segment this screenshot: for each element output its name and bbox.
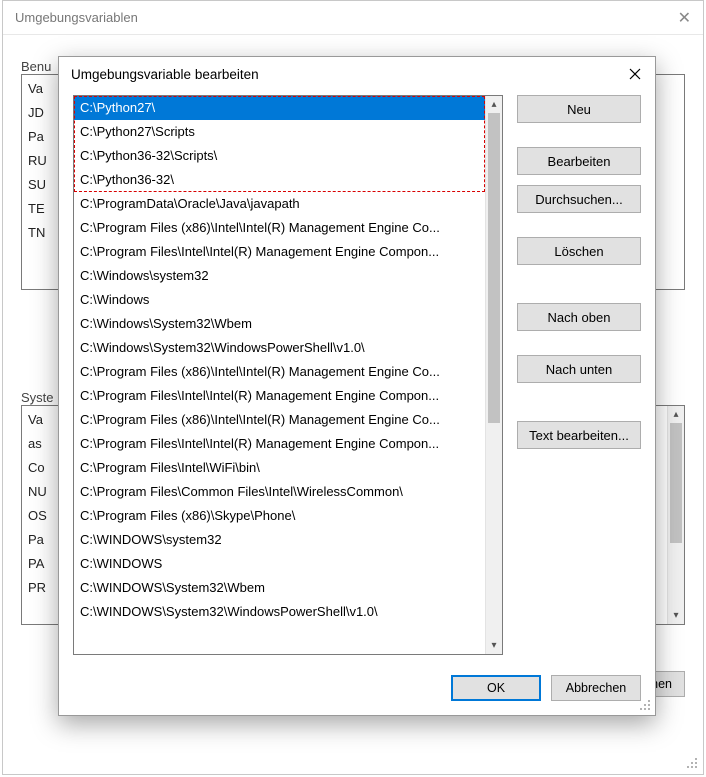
scroll-up-icon[interactable]: ▴ (668, 406, 684, 423)
close-icon[interactable]: ✕ (678, 8, 691, 28)
ok-button[interactable]: OK (451, 675, 541, 701)
dialog-titlebar: Umgebungsvariable bearbeiten (59, 57, 655, 91)
path-row[interactable]: C:\Program Files\Intel\Intel(R) Manageme… (74, 240, 485, 264)
path-row[interactable]: C:\Python27\Scripts (74, 120, 485, 144)
path-row[interactable]: C:\Program Files\Intel\Intel(R) Manageme… (74, 432, 485, 456)
new-button[interactable]: Neu (517, 95, 641, 123)
path-row[interactable]: C:\Program Files\Intel\Intel(R) Manageme… (74, 384, 485, 408)
scroll-up-icon[interactable]: ▴ (486, 96, 502, 113)
path-list[interactable]: C:\Python27\C:\Python27\ScriptsC:\Python… (74, 96, 485, 654)
path-row[interactable]: C:\Program Files\Common Files\Intel\Wire… (74, 480, 485, 504)
path-row[interactable]: C:\Program Files (x86)\Intel\Intel(R) Ma… (74, 216, 485, 240)
edit-env-var-dialog: Umgebungsvariable bearbeiten C:\Python27… (58, 56, 656, 716)
move-up-button[interactable]: Nach oben (517, 303, 641, 331)
scroll-thumb[interactable] (488, 113, 500, 423)
env-vars-title: Umgebungsvariablen (15, 10, 138, 25)
path-row[interactable]: C:\Program Files\Intel\WiFi\bin\ (74, 456, 485, 480)
path-row[interactable]: C:\Program Files (x86)\Intel\Intel(R) Ma… (74, 408, 485, 432)
scroll-down-icon[interactable]: ▾ (668, 607, 684, 624)
path-row[interactable]: C:\Python27\ (74, 96, 485, 120)
path-row[interactable]: C:\Windows\System32\Wbem (74, 312, 485, 336)
scrollbar[interactable]: ▴ ▾ (667, 406, 684, 624)
dialog-title: Umgebungsvariable bearbeiten (71, 67, 259, 82)
delete-button[interactable]: Löschen (517, 237, 641, 265)
scroll-down-icon[interactable]: ▾ (486, 637, 502, 654)
path-row[interactable]: C:\WINDOWS\System32\Wbem (74, 576, 485, 600)
edit-text-button[interactable]: Text bearbeiten... (517, 421, 641, 449)
path-row[interactable]: C:\WINDOWS (74, 552, 485, 576)
browse-button[interactable]: Durchsuchen... (517, 185, 641, 213)
env-vars-titlebar: Umgebungsvariablen ✕ (3, 1, 703, 35)
scroll-thumb[interactable] (670, 423, 682, 543)
path-row[interactable]: C:\Windows\system32 (74, 264, 485, 288)
edit-button[interactable]: Bearbeiten (517, 147, 641, 175)
system-vars-group-label: Syste (21, 390, 54, 405)
path-list-frame: C:\Python27\C:\Python27\ScriptsC:\Python… (73, 95, 503, 655)
path-row[interactable]: C:\Program Files (x86)\Intel\Intel(R) Ma… (74, 360, 485, 384)
path-row[interactable]: C:\WINDOWS\System32\WindowsPowerShell\v1… (74, 600, 485, 624)
scrollbar[interactable]: ▴ ▾ (485, 96, 502, 654)
side-button-column: Neu Bearbeiten Durchsuchen... Löschen Na… (517, 95, 641, 655)
resize-grip-icon[interactable] (685, 756, 699, 770)
path-row[interactable]: C:\Windows (74, 288, 485, 312)
path-row[interactable]: C:\WINDOWS\system32 (74, 528, 485, 552)
path-row[interactable]: C:\Windows\System32\WindowsPowerShell\v1… (74, 336, 485, 360)
resize-grip-icon[interactable] (638, 698, 652, 712)
user-vars-group-label: Benu (21, 59, 51, 74)
move-down-button[interactable]: Nach unten (517, 355, 641, 383)
path-row[interactable]: C:\ProgramData\Oracle\Java\javapath (74, 192, 485, 216)
path-row[interactable]: C:\Python36-32\Scripts\ (74, 144, 485, 168)
path-row[interactable]: C:\Program Files (x86)\Skype\Phone\ (74, 504, 485, 528)
path-row[interactable]: C:\Python36-32\ (74, 168, 485, 192)
cancel-button[interactable]: Abbrechen (551, 675, 641, 701)
close-icon[interactable] (625, 64, 645, 84)
